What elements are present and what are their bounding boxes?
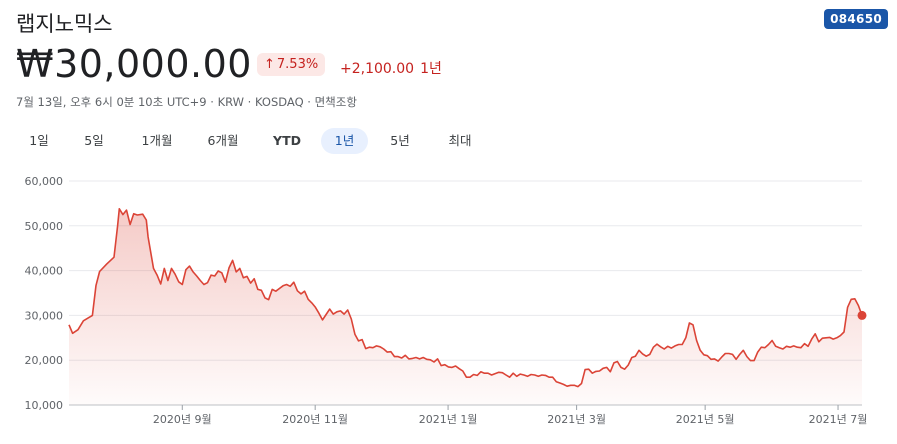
x-axis-labels: 2020년 9월 2020년 11월 2021년 1월 2021년 3월 2021년 5…	[153, 405, 867, 426]
x-tick-label: 2021년 7월	[809, 413, 868, 426]
x-tick-label: 2021년 5월	[676, 413, 735, 426]
x-tick-label: 2021년 3월	[547, 413, 606, 426]
y-tick-label: 60,000	[25, 175, 64, 188]
y-axis-labels: 60,000 50,000 40,000 30,000 20,000 10,000	[25, 175, 64, 412]
y-tick-label: 40,000	[25, 265, 64, 278]
x-tick-label: 2020년 9월	[153, 413, 212, 426]
y-tick-label: 50,000	[25, 220, 64, 233]
x-tick-label: 2021년 1월	[419, 413, 478, 426]
y-tick-label: 10,000	[25, 399, 64, 412]
y-tick-label: 30,000	[25, 309, 64, 322]
last-price-dot[interactable]	[857, 310, 867, 320]
y-tick-label: 20,000	[25, 354, 64, 367]
price-chart[interactable]: 60,000 50,000 40,000 30,000 20,000 10,000 202…	[0, 0, 897, 444]
x-tick-label: 2020년 11월	[282, 413, 348, 426]
